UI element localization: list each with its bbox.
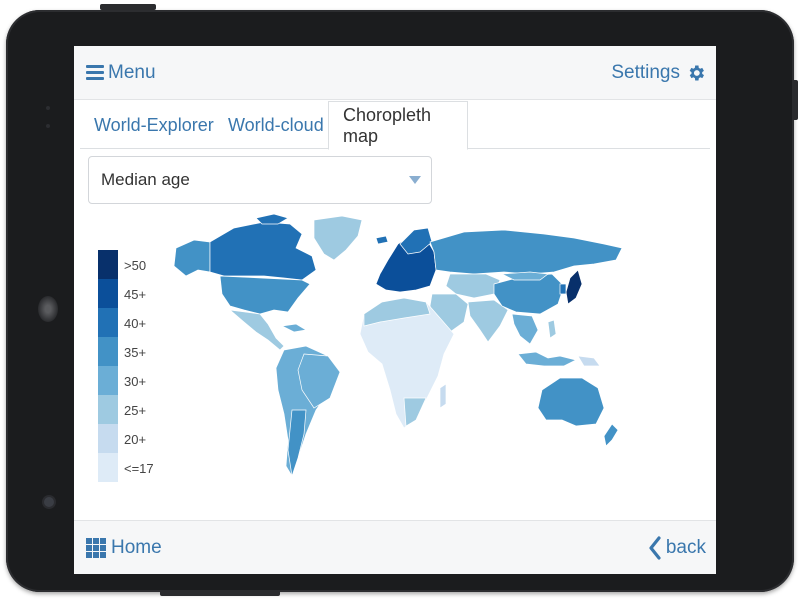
tablet-frame: Menu Settings World-Explorer World-cloud… (6, 10, 794, 592)
back-label: back (665, 537, 706, 558)
legend-label: 25+ (124, 403, 147, 418)
map-region-arctic-islands[interactable] (255, 214, 289, 225)
choropleth-world-map[interactable] (164, 214, 634, 484)
menu-label: Menu (108, 62, 156, 83)
side-button (160, 590, 280, 596)
legend-label: 30+ (124, 374, 147, 389)
map-legend: >50 45+ 40+ 35+ 30+ 25+ 20+ <=17 (98, 250, 158, 486)
bottom-bar: Home back (74, 520, 716, 574)
tab-choropleth-map[interactable]: Choropleth map (328, 101, 468, 150)
front-camera (44, 497, 54, 507)
map-region-alaska[interactable] (173, 239, 211, 277)
map-region-japan[interactable] (565, 269, 583, 305)
legend-label: >50 (124, 258, 147, 273)
chevron-left-icon (649, 536, 661, 560)
map-region-new-zealand[interactable] (603, 423, 619, 447)
map-region-southeast-asia[interactable] (511, 313, 539, 345)
volume-button (792, 80, 798, 120)
legend-swatch (98, 366, 118, 395)
caret-down-icon (409, 176, 421, 184)
legend-label: <=17 (124, 461, 154, 476)
map-region-mongolia[interactable] (500, 271, 549, 281)
legend-label: 40+ (124, 316, 147, 331)
map-region-korea[interactable] (559, 283, 567, 295)
map-region-mexico[interactable] (228, 309, 285, 351)
legend-swatch (98, 337, 118, 366)
app-screen: Menu Settings World-Explorer World-cloud… (74, 46, 716, 574)
legend-swatch (98, 308, 118, 337)
map-region-papua[interactable] (577, 355, 601, 367)
map-region-usa[interactable] (219, 275, 311, 315)
settings-label: Settings (611, 62, 680, 83)
back-button[interactable]: back (648, 533, 706, 563)
map-region-russia[interactable] (429, 229, 623, 275)
grid-icon (86, 538, 106, 558)
home-button[interactable]: Home (86, 533, 162, 563)
menu-button[interactable]: Menu (86, 58, 156, 88)
metric-select[interactable]: Median age (88, 156, 432, 204)
hamburger-icon (86, 65, 104, 81)
light-sensor (46, 124, 50, 128)
metric-select-value: Median age (101, 170, 190, 189)
map-region-madagascar[interactable] (439, 383, 447, 409)
map-region-greenland[interactable] (313, 215, 363, 261)
map-region-iceland[interactable] (375, 235, 389, 245)
power-button (100, 4, 156, 10)
map-region-indonesia[interactable] (517, 351, 578, 367)
map-region-philippines[interactable] (547, 319, 557, 339)
home-label: Home (111, 537, 162, 558)
legend-label: 45+ (124, 287, 147, 302)
tab-world-explorer[interactable]: World-Explorer (80, 101, 228, 149)
legend-swatch (98, 424, 118, 453)
speaker-grille (38, 296, 58, 322)
legend-label: 35+ (124, 345, 147, 360)
map-region-australia[interactable] (537, 377, 605, 427)
legend-swatch (98, 250, 118, 279)
map-region-south-africa[interactable] (403, 397, 427, 427)
legend-label: 20+ (124, 432, 147, 447)
proximity-sensor (46, 106, 50, 110)
map-region-caribbean[interactable] (280, 323, 307, 333)
map-region-canada[interactable] (209, 221, 317, 281)
top-bar: Menu Settings (74, 46, 716, 100)
tab-world-cloud[interactable]: World-cloud (214, 101, 338, 149)
gear-icon (689, 65, 704, 81)
tab-bar: World-Explorer World-cloud Choropleth ma… (80, 101, 710, 150)
legend-swatch (98, 453, 118, 482)
legend-swatch (98, 395, 118, 424)
settings-button[interactable]: Settings (611, 58, 706, 88)
legend-swatch (98, 279, 118, 308)
